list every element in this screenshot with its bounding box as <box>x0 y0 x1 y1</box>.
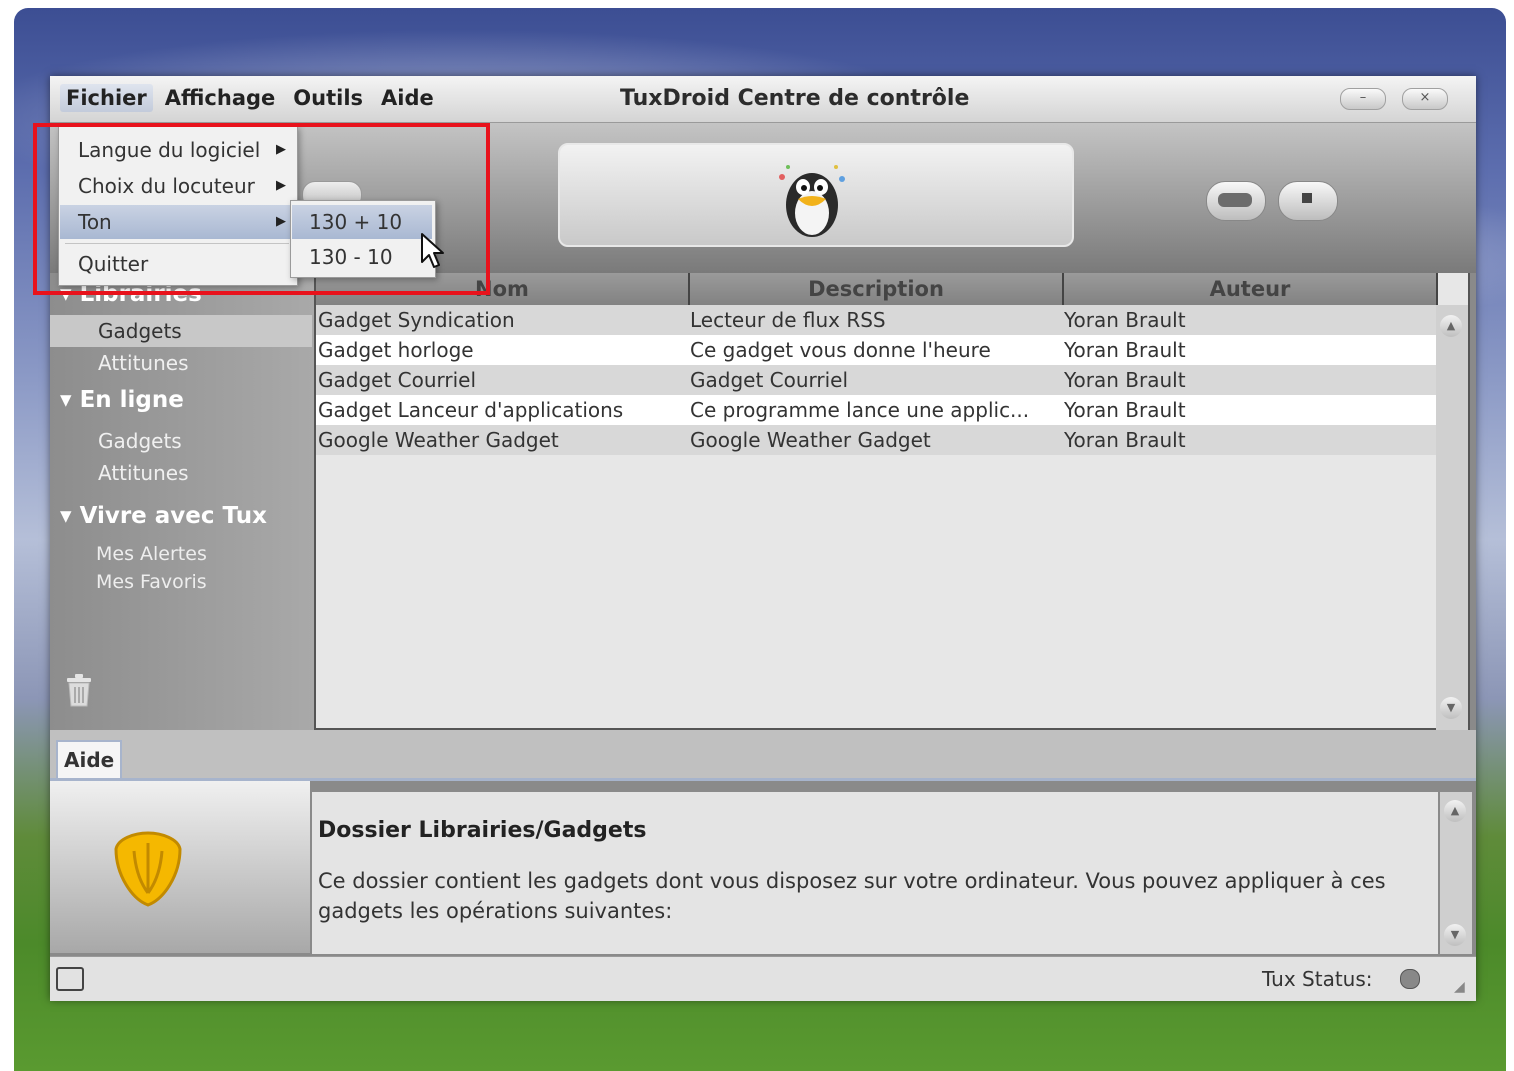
mouse-cursor-icon <box>421 233 444 268</box>
minimize-button[interactable]: – <box>1340 88 1386 110</box>
cell-nom: Gadget Syndication <box>318 308 515 332</box>
toggle-button[interactable] <box>1206 181 1266 221</box>
sidebar-item-librairies-gadgets[interactable]: Gadgets <box>50 315 312 347</box>
menu-outils[interactable]: Outils <box>287 84 369 112</box>
help-shield-icon <box>114 831 182 907</box>
tux-display-panel <box>558 143 1074 247</box>
help-scrollbar[interactable]: ▲ ▼ <box>1440 792 1472 954</box>
title-bar: Fichier Affichage Outils Aide TuxDroid C… <box>50 76 1476 123</box>
help-text: Ce dossier contient les gadgets dont vou… <box>318 869 1386 923</box>
sidebar-item-en-ligne-attitunes[interactable]: Attitunes <box>98 461 189 485</box>
menu-affichage[interactable]: Affichage <box>159 84 282 112</box>
cell-description: Lecteur de flux RSS <box>690 308 886 332</box>
sidebar: ▾ Librairies Gadgets Attitunes ▾ En lign… <box>50 273 314 730</box>
sidebar-section-vivre-avec-tux[interactable]: ▾ Vivre avec Tux <box>60 503 267 529</box>
table-row[interactable]: Gadget Lanceur d'applications Ce program… <box>316 395 1436 425</box>
menu-bar: Fichier Affichage Outils Aide <box>60 84 440 112</box>
cell-auteur: Yoran Brault <box>1064 398 1186 422</box>
column-header-description[interactable]: Description <box>690 273 1064 305</box>
gadget-table: Nom Description Auteur Gadget Syndicatio… <box>314 273 1470 730</box>
menu-fichier[interactable]: Fichier <box>60 84 153 112</box>
close-button[interactable]: × <box>1402 88 1448 110</box>
window-title: TuxDroid Centre de contrôle <box>620 86 970 111</box>
cell-auteur: Yoran Brault <box>1064 308 1186 332</box>
trash-icon[interactable] <box>64 673 94 707</box>
scroll-down-icon[interactable]: ▼ <box>1440 697 1462 719</box>
sidebar-item-mes-alertes[interactable]: Mes Alertes <box>96 543 207 565</box>
column-header-auteur[interactable]: Auteur <box>1064 273 1438 305</box>
help-icon-panel <box>50 781 310 953</box>
eject-icon[interactable] <box>56 967 84 991</box>
tux-status-label: Tux Status: <box>1262 967 1373 991</box>
cell-auteur: Yoran Brault <box>1064 428 1186 452</box>
help-content: Dossier Librairies/Gadgets Ce dossier co… <box>312 792 1438 954</box>
cell-nom: Google Weather Gadget <box>318 428 559 452</box>
cell-description: Ce programme lance une applic... <box>690 398 1030 422</box>
status-indicator-icon <box>1400 969 1420 989</box>
table-row[interactable]: Gadget Courriel Gadget Courriel Yoran Br… <box>316 365 1436 395</box>
sidebar-item-mes-favoris[interactable]: Mes Favoris <box>96 571 207 593</box>
sidebar-item-librairies-attitunes[interactable]: Attitunes <box>98 351 189 375</box>
cell-description: Google Weather Gadget <box>690 428 931 452</box>
cell-description: Ce gadget vous donne l'heure <box>690 338 991 362</box>
table-row[interactable]: Gadget horloge Ce gadget vous donne l'he… <box>316 335 1436 365</box>
table-scrollbar[interactable]: ▲ ▼ <box>1436 305 1468 730</box>
cell-nom: Gadget horloge <box>318 338 474 362</box>
resize-grip-icon[interactable]: ◢ <box>1454 979 1470 995</box>
sidebar-section-en-ligne[interactable]: ▾ En ligne <box>60 387 184 413</box>
tux-penguin-icon <box>779 165 845 237</box>
help-title: Dossier Librairies/Gadgets <box>318 818 647 843</box>
cell-auteur: Yoran Brault <box>1064 368 1186 392</box>
cell-auteur: Yoran Brault <box>1064 338 1186 362</box>
menu-aide[interactable]: Aide <box>375 84 440 112</box>
tab-aide[interactable]: Aide <box>56 740 123 778</box>
cell-nom: Gadget Lanceur d'applications <box>318 398 624 422</box>
section-label: Vivre avec Tux <box>79 503 267 529</box>
scroll-up-icon[interactable]: ▲ <box>1440 315 1462 337</box>
sidebar-item-en-ligne-gadgets[interactable]: Gadgets <box>98 429 182 453</box>
cell-description: Gadget Courriel <box>690 368 849 392</box>
help-tab-bar: Aide <box>50 730 1476 781</box>
scroll-up-icon[interactable]: ▲ <box>1444 800 1466 822</box>
table-row[interactable]: Gadget Syndication Lecteur de flux RSS Y… <box>316 305 1436 335</box>
section-label: En ligne <box>79 387 184 413</box>
cell-nom: Gadget Courriel <box>318 368 477 392</box>
stop-button[interactable] <box>1278 181 1338 221</box>
status-bar: Tux Status: ◢ <box>50 956 1476 1001</box>
table-row[interactable]: Google Weather Gadget Google Weather Gad… <box>316 425 1436 455</box>
scroll-down-icon[interactable]: ▼ <box>1444 924 1466 946</box>
